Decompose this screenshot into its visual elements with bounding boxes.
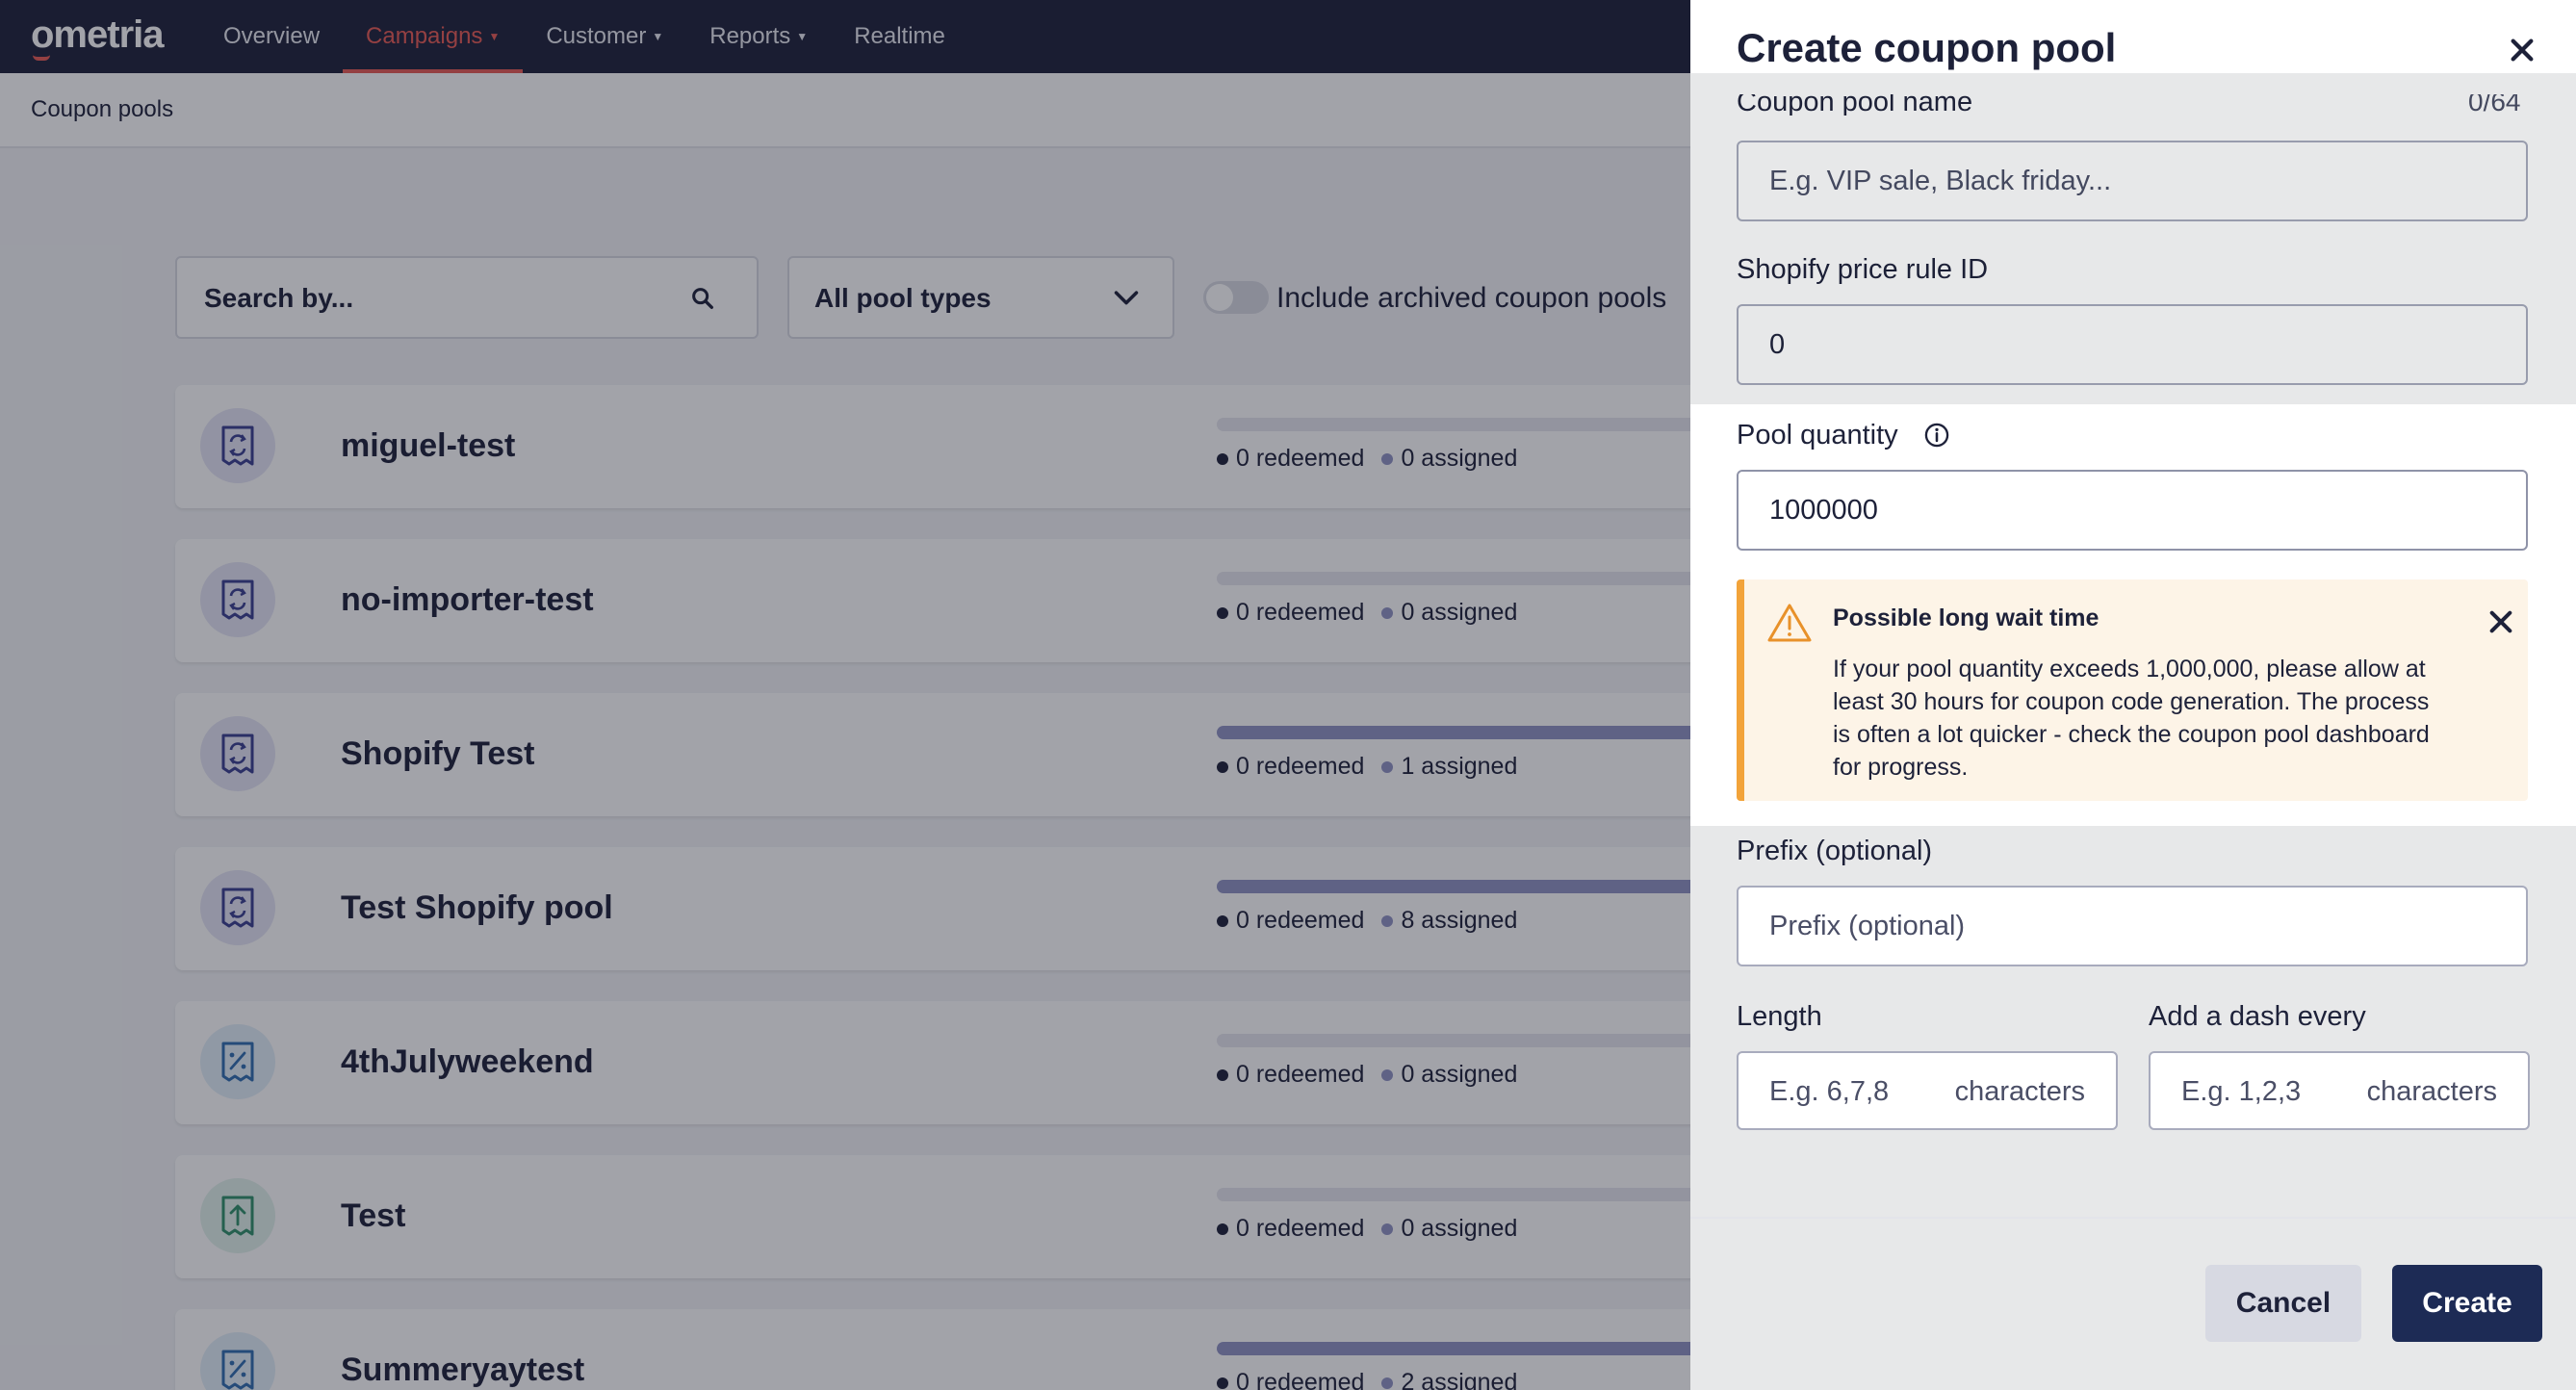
dash-field[interactable]: E.g. 1,2,3 characters (2149, 1051, 2530, 1130)
length-label: Length (1737, 1001, 1822, 1032)
prefix-placeholder: Prefix (optional) (1769, 911, 1966, 941)
close-icon[interactable] (2507, 35, 2537, 65)
long-wait-warning: Possible long wait time If your pool qua… (1737, 579, 2528, 801)
dash-label: Add a dash every (2149, 1001, 2366, 1032)
prefix-field[interactable]: Prefix (optional) (1737, 886, 2528, 966)
close-icon[interactable] (2487, 608, 2514, 635)
modal-overlay[interactable] (0, 0, 1690, 1390)
warning-body: If your pool quantity exceeds 1,000,000,… (1833, 656, 2430, 781)
dash-placeholder: E.g. 1,2,3 (2181, 1076, 2302, 1107)
panel-dim-top (1690, 73, 2576, 404)
pool-quantity-field[interactable]: 1000000 (1737, 470, 2528, 551)
prefix-label: Prefix (optional) (1737, 836, 1933, 866)
create-button[interactable]: Create (2392, 1265, 2542, 1342)
info-icon[interactable] (1923, 422, 1950, 449)
cancel-button[interactable]: Cancel (2205, 1265, 2361, 1342)
length-suffix: characters (1954, 1076, 2085, 1107)
length-placeholder: E.g. 6,7,8 (1769, 1076, 1890, 1107)
panel-footer-divider (1690, 1217, 2576, 1219)
warning-triangle-icon (1767, 604, 1812, 642)
pool-quantity-label: Pool quantity (1737, 420, 1898, 450)
pool-quantity-value: 1000000 (1769, 495, 1878, 526)
length-field[interactable]: E.g. 6,7,8 characters (1737, 1051, 2118, 1130)
dash-suffix: characters (2366, 1076, 2497, 1107)
warning-title: Possible long wait time (1833, 605, 2099, 631)
create-coupon-pool-panel: Create coupon pool Coupon pool name 0/64… (1690, 0, 2576, 1390)
panel-title: Create coupon pool (1737, 25, 2117, 70)
